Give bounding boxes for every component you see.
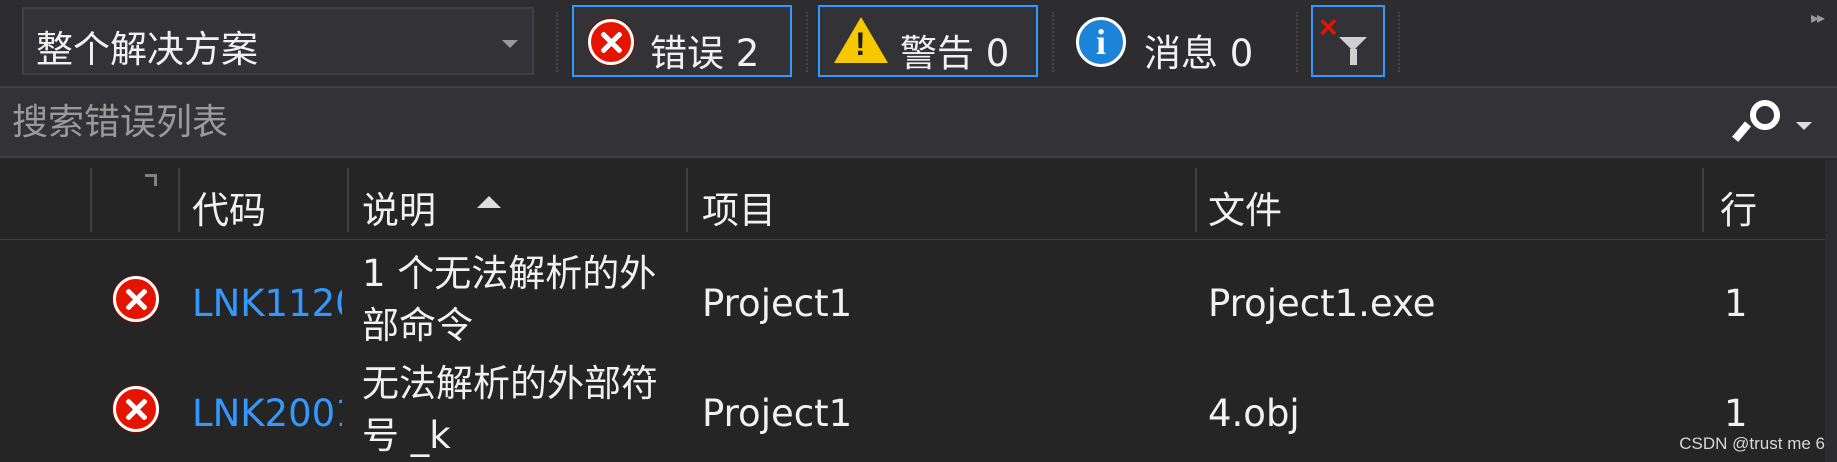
error-code-link[interactable]: LNK2001 (192, 392, 342, 435)
error-project: Project1 (702, 282, 853, 325)
column-header-file[interactable]: 文件 (1208, 180, 1282, 234)
error-code-link[interactable]: LNK1120 (192, 282, 342, 325)
column-header-project[interactable]: 项目 (702, 180, 776, 234)
error-list-grid: 代码 说明 项目 文件 行 LNK1120 1 个无法解析的外部命令 Proje… (0, 160, 1837, 462)
column-header-line[interactable]: 行 (1720, 180, 1757, 234)
toolbar-overflow-icon[interactable]: ▸▸ (1811, 8, 1825, 27)
warning-icon: ! (834, 17, 888, 63)
warnings-filter-label: 警告 0 (900, 32, 1010, 75)
messages-filter-button[interactable]: i 消息 0 (1064, 5, 1274, 77)
sort-ascending-icon (477, 196, 501, 208)
scope-dropdown[interactable]: 整个解决方案 (22, 7, 534, 75)
column-header-description[interactable]: 说明 (362, 180, 436, 234)
error-line: 1 (1724, 282, 1748, 325)
toolbar-separator (556, 12, 558, 72)
error-icon (113, 276, 159, 322)
column-chooser-icon[interactable] (145, 174, 157, 186)
info-icon: i (1076, 17, 1126, 67)
error-project: Project1 (702, 392, 853, 435)
errors-filter-label: 错误 2 (650, 32, 760, 75)
messages-filter-label: 消息 0 (1144, 32, 1254, 75)
vertical-scrollbar[interactable] (1825, 160, 1837, 462)
error-description: 1 个无法解析的外部命令 (362, 252, 657, 347)
error-file: Project1.exe (1208, 282, 1436, 325)
error-icon (588, 19, 634, 65)
toolbar-separator (1296, 12, 1298, 72)
grid-header: 代码 说明 项目 文件 行 (0, 160, 1837, 240)
toolbar-separator (1052, 12, 1054, 72)
warnings-filter-button[interactable]: ! 警告 0 (818, 5, 1038, 77)
error-list-toolbar: 整个解决方案 错误 2 ! 警告 0 i 消息 0 × ▸▸ (0, 0, 1837, 86)
errors-filter-button[interactable]: 错误 2 (572, 5, 792, 77)
search-options-chevron-icon[interactable] (1796, 122, 1812, 130)
search-bar (0, 86, 1837, 158)
table-row[interactable]: LNK1120 1 个无法解析的外部命令 Project1 Project1.e… (0, 244, 1837, 356)
search-icon[interactable] (1732, 98, 1784, 146)
watermark: CSDN @trust me 6 (1679, 434, 1825, 453)
error-icon (113, 386, 159, 432)
search-input[interactable] (12, 100, 1712, 144)
error-description: 无法解析的外部符号 _k (362, 362, 658, 457)
error-file: 4.obj (1208, 392, 1300, 435)
toolbar-separator (1398, 12, 1400, 72)
column-header-code[interactable]: 代码 (192, 180, 266, 234)
toolbar-separator (806, 12, 808, 72)
table-row[interactable]: LNK2001 无法解析的外部符号 _k Project1 4.obj 1 (0, 354, 1837, 462)
scope-dropdown-label: 整个解决方案 (36, 28, 258, 71)
clear-filter-button[interactable]: × (1311, 5, 1385, 77)
chevron-down-icon[interactable] (502, 40, 518, 48)
error-line: 1 (1724, 392, 1748, 435)
clear-x-icon: × (1319, 9, 1338, 45)
